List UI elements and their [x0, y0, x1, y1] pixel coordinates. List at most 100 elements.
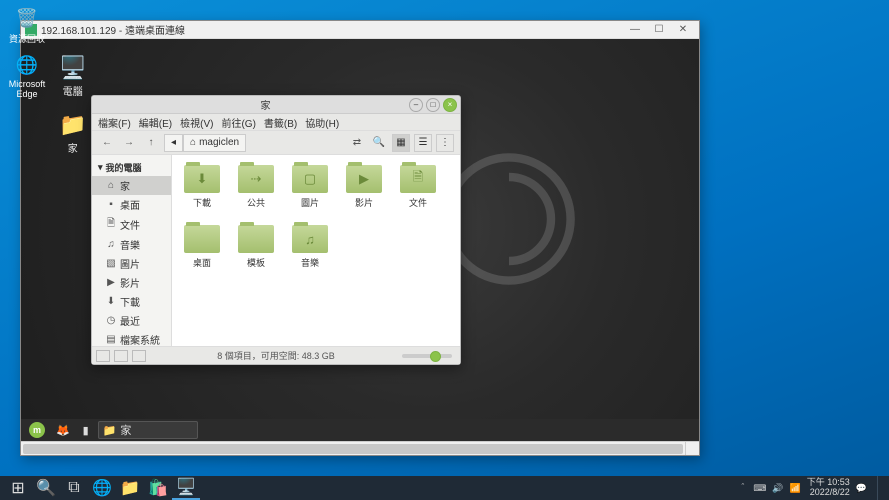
folder-desktop[interactable]: 桌面 [176, 221, 228, 277]
remote-body: 🖥️ 電腦 📁 家 家 – □ × 檔案(F) 編輯(E) 檢視(V) 前往(G… [21, 39, 699, 455]
nemo-statusbar: 8 個項目，可用空間: 48.3 GB [92, 346, 460, 364]
panel-terminal-button[interactable]: ▮ [77, 421, 95, 439]
search-button[interactable]: 🔍 [370, 134, 388, 152]
recycle-bin-label: 資源回收 [9, 32, 45, 45]
path-toggle-button[interactable]: ⇄ [348, 134, 366, 152]
nemo-content[interactable]: ⬇下載⇢公共▢圖片▶影片🗎文件桌面模板♫音樂 [172, 155, 460, 346]
menu-view[interactable]: 檢視(V) [180, 115, 213, 130]
sidebar-item-label: 最近 [120, 313, 140, 328]
sidebar-item[interactable]: ♫ 音樂 [92, 235, 171, 254]
sidebar-item[interactable]: ⌂家 [92, 176, 171, 195]
folder-videos[interactable]: ▶影片 [338, 161, 390, 217]
nemo-title: 家 [122, 97, 409, 112]
sidebar-item[interactable]: ▧圖片 [92, 254, 171, 273]
tray-overflow-icon[interactable]: ＾ [738, 482, 747, 495]
nav-forward-button[interactable]: → [120, 134, 138, 152]
tray-network-icon[interactable]: 📶 [790, 483, 801, 494]
taskbar-rdp-button[interactable]: 🖥️ [172, 476, 200, 500]
mint-menu-button[interactable]: m [25, 421, 49, 439]
sidebar-hide-toggle[interactable] [132, 350, 146, 362]
sidebar-places-toggle[interactable] [96, 350, 110, 362]
zoom-slider[interactable] [402, 354, 452, 358]
sidebar-item-icon: ▶ [106, 277, 116, 288]
taskbar-edge-button[interactable]: 🌐 [88, 476, 116, 500]
sidebar-section-head[interactable]: ▾我的電腦 [92, 159, 171, 176]
recycle-bin-glyph: 🗑️ [13, 4, 41, 32]
view-compact-button[interactable]: ⋮ [436, 134, 454, 152]
sidebar-item-icon: ♫ [106, 239, 116, 250]
nav-up-button[interactable]: ↑ [142, 134, 160, 152]
remote-close-button[interactable]: ✕ [671, 24, 695, 35]
nemo-maximize-button[interactable]: □ [426, 98, 440, 112]
nemo-titlebar[interactable]: 家 – □ × [92, 96, 460, 114]
system-tray: ＾ ⌨ 🔊 📶 下午 10:53 2022/8/22 💬 [738, 476, 885, 500]
view-list-button[interactable]: ☰ [414, 134, 432, 152]
sidebar-item-label: 圖片 [120, 256, 140, 271]
folder-pictures[interactable]: ▢圖片 [284, 161, 336, 217]
sidebar-item[interactable]: ⬇下載 [92, 292, 171, 311]
sidebar-item[interactable]: ▪桌面 [92, 195, 171, 214]
show-desktop-button[interactable] [877, 476, 883, 500]
path-home-segment[interactable]: ⌂ magiclen [183, 134, 246, 152]
search-button[interactable]: 🔍 [32, 476, 60, 500]
nemo-minimize-button[interactable]: – [409, 98, 423, 112]
tray-volume-icon[interactable]: 🔊 [772, 483, 783, 494]
sidebar-item[interactable]: ▤檔案系統 [92, 330, 171, 346]
menu-help[interactable]: 協助(H) [305, 115, 339, 130]
sidebar-item[interactable]: ◷ 最近 [92, 311, 171, 330]
sidebar-item-label: 桌面 [120, 197, 140, 212]
folder-music[interactable]: ♫音樂 [284, 221, 336, 277]
remote-maximize-button[interactable]: ☐ [647, 24, 671, 35]
sidebar-item-label: 家 [120, 178, 130, 193]
sidebar-tree-toggle[interactable] [114, 350, 128, 362]
remote-horizontal-scrollbar[interactable] [21, 441, 685, 455]
sidebar-item-label: 音樂 [120, 237, 140, 252]
folder-public[interactable]: ⇢公共 [230, 161, 282, 217]
folder-icon [238, 225, 274, 253]
taskview-button[interactable]: ⧉ [60, 476, 88, 500]
menu-edit[interactable]: 編輯(E) [139, 115, 172, 130]
panel-firefox-button[interactable]: 🦊 [52, 421, 74, 439]
clock-date: 2022/8/22 [807, 488, 850, 498]
chevron-down-icon: ▾ [98, 162, 103, 173]
sidebar-item[interactable]: ▶影片 [92, 273, 171, 292]
taskbar-store-button[interactable]: 🛍️ [144, 476, 172, 500]
notifications-button[interactable]: 💬 [856, 483, 867, 494]
folder-downloads[interactable]: ⬇下載 [176, 161, 228, 217]
recycle-bin-icon[interactable]: 🗑️ 資源回收 [2, 4, 52, 45]
remote-minimize-button[interactable]: — [623, 24, 647, 35]
nemo-toolbar: ← → ↑ ◂ ⌂ magiclen ⇄ 🔍 ▦ ☰ ⋮ [92, 131, 460, 155]
nav-back-button[interactable]: ← [98, 134, 116, 152]
remote-titlebar[interactable]: 192.168.101.129 - 遠端桌面連線 — ☐ ✕ [21, 21, 699, 39]
tray-ime-icon[interactable]: ⌨ [753, 483, 766, 494]
menu-go[interactable]: 前往(G) [221, 115, 255, 130]
view-icons-button[interactable]: ▦ [392, 134, 410, 152]
folder-label: 下載 [193, 196, 211, 209]
nemo-sidebar: ▾我的電腦⌂家▪桌面🗎文件♫音樂▧圖片▶影片⬇下載◷最近▤檔案系統🗑回收筒▾網路… [92, 155, 172, 346]
sidebar-item[interactable]: 🗎文件 [92, 214, 171, 235]
sidebar-item-label: 下載 [120, 294, 140, 309]
home-folder-glyph: 📁 [59, 112, 86, 138]
folder-templates[interactable]: 模板 [230, 221, 282, 277]
folder-label: 影片 [355, 196, 373, 209]
nemo-close-button[interactable]: × [443, 98, 457, 112]
menu-bookmarks[interactable]: 書籤(B) [264, 115, 297, 130]
taskbar-clock[interactable]: 下午 10:53 2022/8/22 [807, 478, 850, 498]
remote-title: 192.168.101.129 - 遠端桌面連線 [41, 22, 623, 37]
folder-label: 公共 [247, 196, 265, 209]
taskbar-explorer-button[interactable]: 📁 [116, 476, 144, 500]
windows-taskbar: ⊞ 🔍 ⧉ 🌐 📁 🛍️ 🖥️ ＾ ⌨ 🔊 📶 下午 10:53 2022/8/… [0, 476, 889, 500]
sidebar-item-icon: ⌂ [106, 180, 116, 191]
task-folder-icon: 📁 [103, 424, 117, 437]
folder-documents[interactable]: 🗎文件 [392, 161, 444, 217]
status-text: 8 個項目，可用空間: 48.3 GB [150, 349, 402, 362]
edge-glyph: 🌐 [13, 51, 41, 79]
sidebar-item-icon: ◷ [106, 315, 116, 326]
linux-home-icon[interactable]: 📁 家 [59, 112, 86, 155]
panel-task-filemanager[interactable]: 📁 家 [98, 421, 198, 439]
linux-computer-icon[interactable]: 🖥️ 電腦 [59, 55, 86, 98]
edge-desktop-icon[interactable]: 🌐 Microsoft Edge [2, 51, 52, 99]
start-button[interactable]: ⊞ [4, 476, 32, 500]
path-root-button[interactable]: ◂ [164, 134, 183, 152]
menu-file[interactable]: 檔案(F) [98, 115, 131, 130]
